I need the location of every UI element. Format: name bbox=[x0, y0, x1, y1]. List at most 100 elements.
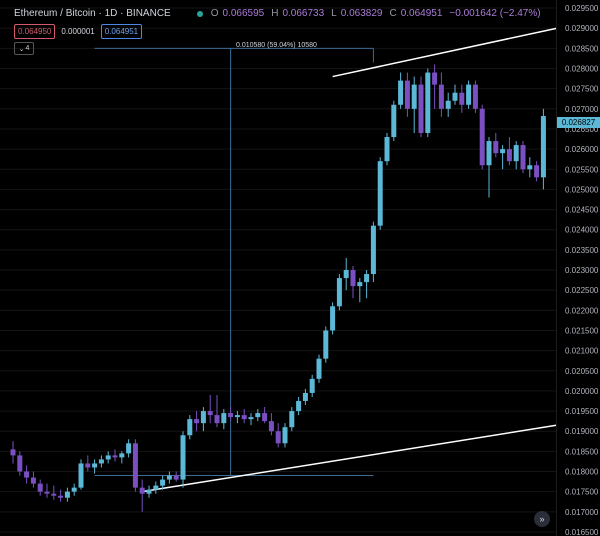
trendline-upper bbox=[332, 27, 558, 78]
candle bbox=[479, 104, 485, 170]
grid bbox=[0, 7, 556, 533]
candle-body bbox=[438, 84, 444, 109]
spread-value: 0.000001 bbox=[61, 27, 95, 36]
candle bbox=[30, 471, 36, 488]
scroll-to-realtime-button[interactable]: » bbox=[534, 511, 550, 527]
candle bbox=[513, 141, 519, 170]
candle bbox=[98, 455, 104, 468]
candle bbox=[350, 265, 356, 299]
candle-body bbox=[500, 149, 506, 154]
last-price-tag: 0.026827 bbox=[557, 117, 600, 128]
y-tick-label: 0.022000 bbox=[565, 306, 599, 315]
candle bbox=[173, 471, 179, 482]
candle bbox=[262, 407, 268, 424]
candle-body bbox=[377, 161, 383, 226]
y-tick-label: 0.016500 bbox=[565, 528, 599, 536]
candle bbox=[44, 483, 50, 498]
y-tick-label: 0.023000 bbox=[565, 266, 599, 275]
y-tick-label: 0.025000 bbox=[565, 185, 599, 194]
candle-body bbox=[78, 463, 84, 488]
candle-body bbox=[112, 455, 118, 458]
candle-body bbox=[479, 108, 485, 166]
y-tick-label: 0.028500 bbox=[565, 44, 599, 53]
candle-body bbox=[350, 270, 356, 287]
candle-body bbox=[160, 479, 166, 486]
candle-body bbox=[200, 411, 206, 424]
candle bbox=[377, 157, 383, 230]
candle bbox=[296, 396, 302, 416]
price-chart[interactable]: 0.029500 0.029000 0.028500 0.028000 0.027500… bbox=[0, 0, 600, 536]
ohlc-value-open: 0.066595 bbox=[222, 8, 265, 19]
candle-body bbox=[221, 413, 227, 424]
candle bbox=[126, 439, 132, 458]
candle bbox=[438, 72, 444, 117]
candle-body bbox=[126, 443, 132, 454]
y-tick-label: 0.017000 bbox=[565, 508, 599, 517]
candle-body bbox=[166, 475, 172, 480]
ohlc-value-high: 0.066733 bbox=[282, 8, 325, 19]
y-tick-label: 0.027000 bbox=[565, 105, 599, 114]
candle bbox=[336, 274, 342, 311]
chart-window: 0.029500 0.029000 0.028500 0.028000 0.027500… bbox=[0, 0, 600, 536]
indicators-collapse-button[interactable]: ⌄ 4 bbox=[14, 42, 34, 55]
sell-button[interactable]: 0.064950 bbox=[14, 24, 56, 39]
candle-body bbox=[275, 431, 281, 444]
buy-button[interactable]: 0.064951 bbox=[100, 24, 143, 39]
candle-body bbox=[506, 149, 512, 162]
candle-body bbox=[513, 145, 519, 162]
market-status-icon bbox=[196, 10, 203, 17]
candle-body bbox=[64, 491, 70, 498]
candle-body bbox=[207, 411, 213, 416]
candle-body bbox=[262, 413, 268, 422]
candle bbox=[418, 76, 424, 138]
candle-body bbox=[255, 413, 261, 418]
candle-body bbox=[296, 400, 302, 412]
candle bbox=[520, 141, 526, 174]
drawing-layer[interactable] bbox=[94, 27, 558, 493]
candle bbox=[207, 394, 213, 424]
candle-body bbox=[493, 141, 499, 154]
candle-body bbox=[119, 453, 125, 458]
candle bbox=[391, 100, 397, 142]
price-axis[interactable]: 0.029500 0.029000 0.028500 0.028000 0.027500… bbox=[556, 0, 599, 536]
y-tick-label: 0.023500 bbox=[565, 246, 599, 255]
ohlc-key-open: O bbox=[210, 8, 219, 19]
candle bbox=[37, 479, 43, 496]
ohlc-value-low: 0.063829 bbox=[340, 8, 383, 19]
candle-body bbox=[323, 330, 329, 359]
candle-body bbox=[241, 415, 247, 420]
candle-body bbox=[418, 84, 424, 133]
candle bbox=[404, 72, 410, 117]
candle-body bbox=[364, 274, 370, 283]
candle-body bbox=[17, 455, 23, 472]
candle-body bbox=[540, 116, 546, 178]
y-tick-label: 0.020000 bbox=[565, 387, 599, 396]
candle-body bbox=[425, 72, 431, 133]
candle bbox=[132, 439, 138, 492]
candle bbox=[330, 302, 336, 335]
candle-body bbox=[173, 475, 179, 480]
double-chevron-right-icon: » bbox=[539, 514, 545, 524]
y-tick-label: 0.026000 bbox=[565, 145, 599, 154]
candle-body bbox=[411, 84, 417, 109]
candle-body bbox=[24, 471, 30, 478]
candle-body bbox=[527, 165, 533, 170]
candle bbox=[472, 80, 478, 113]
candle-body bbox=[370, 225, 376, 275]
candle bbox=[486, 137, 492, 198]
candle-body bbox=[37, 483, 43, 492]
candle-body bbox=[336, 278, 342, 307]
candle bbox=[432, 64, 438, 109]
candle bbox=[234, 411, 240, 424]
candle bbox=[51, 485, 57, 500]
candle bbox=[384, 132, 390, 166]
candle bbox=[194, 411, 200, 432]
candle bbox=[248, 413, 254, 426]
candle-body bbox=[391, 104, 397, 138]
candle-body bbox=[520, 145, 526, 170]
candle bbox=[78, 459, 84, 490]
candle bbox=[282, 423, 288, 448]
candle-body bbox=[92, 463, 98, 468]
candle bbox=[316, 354, 322, 383]
candle-body bbox=[71, 487, 77, 492]
